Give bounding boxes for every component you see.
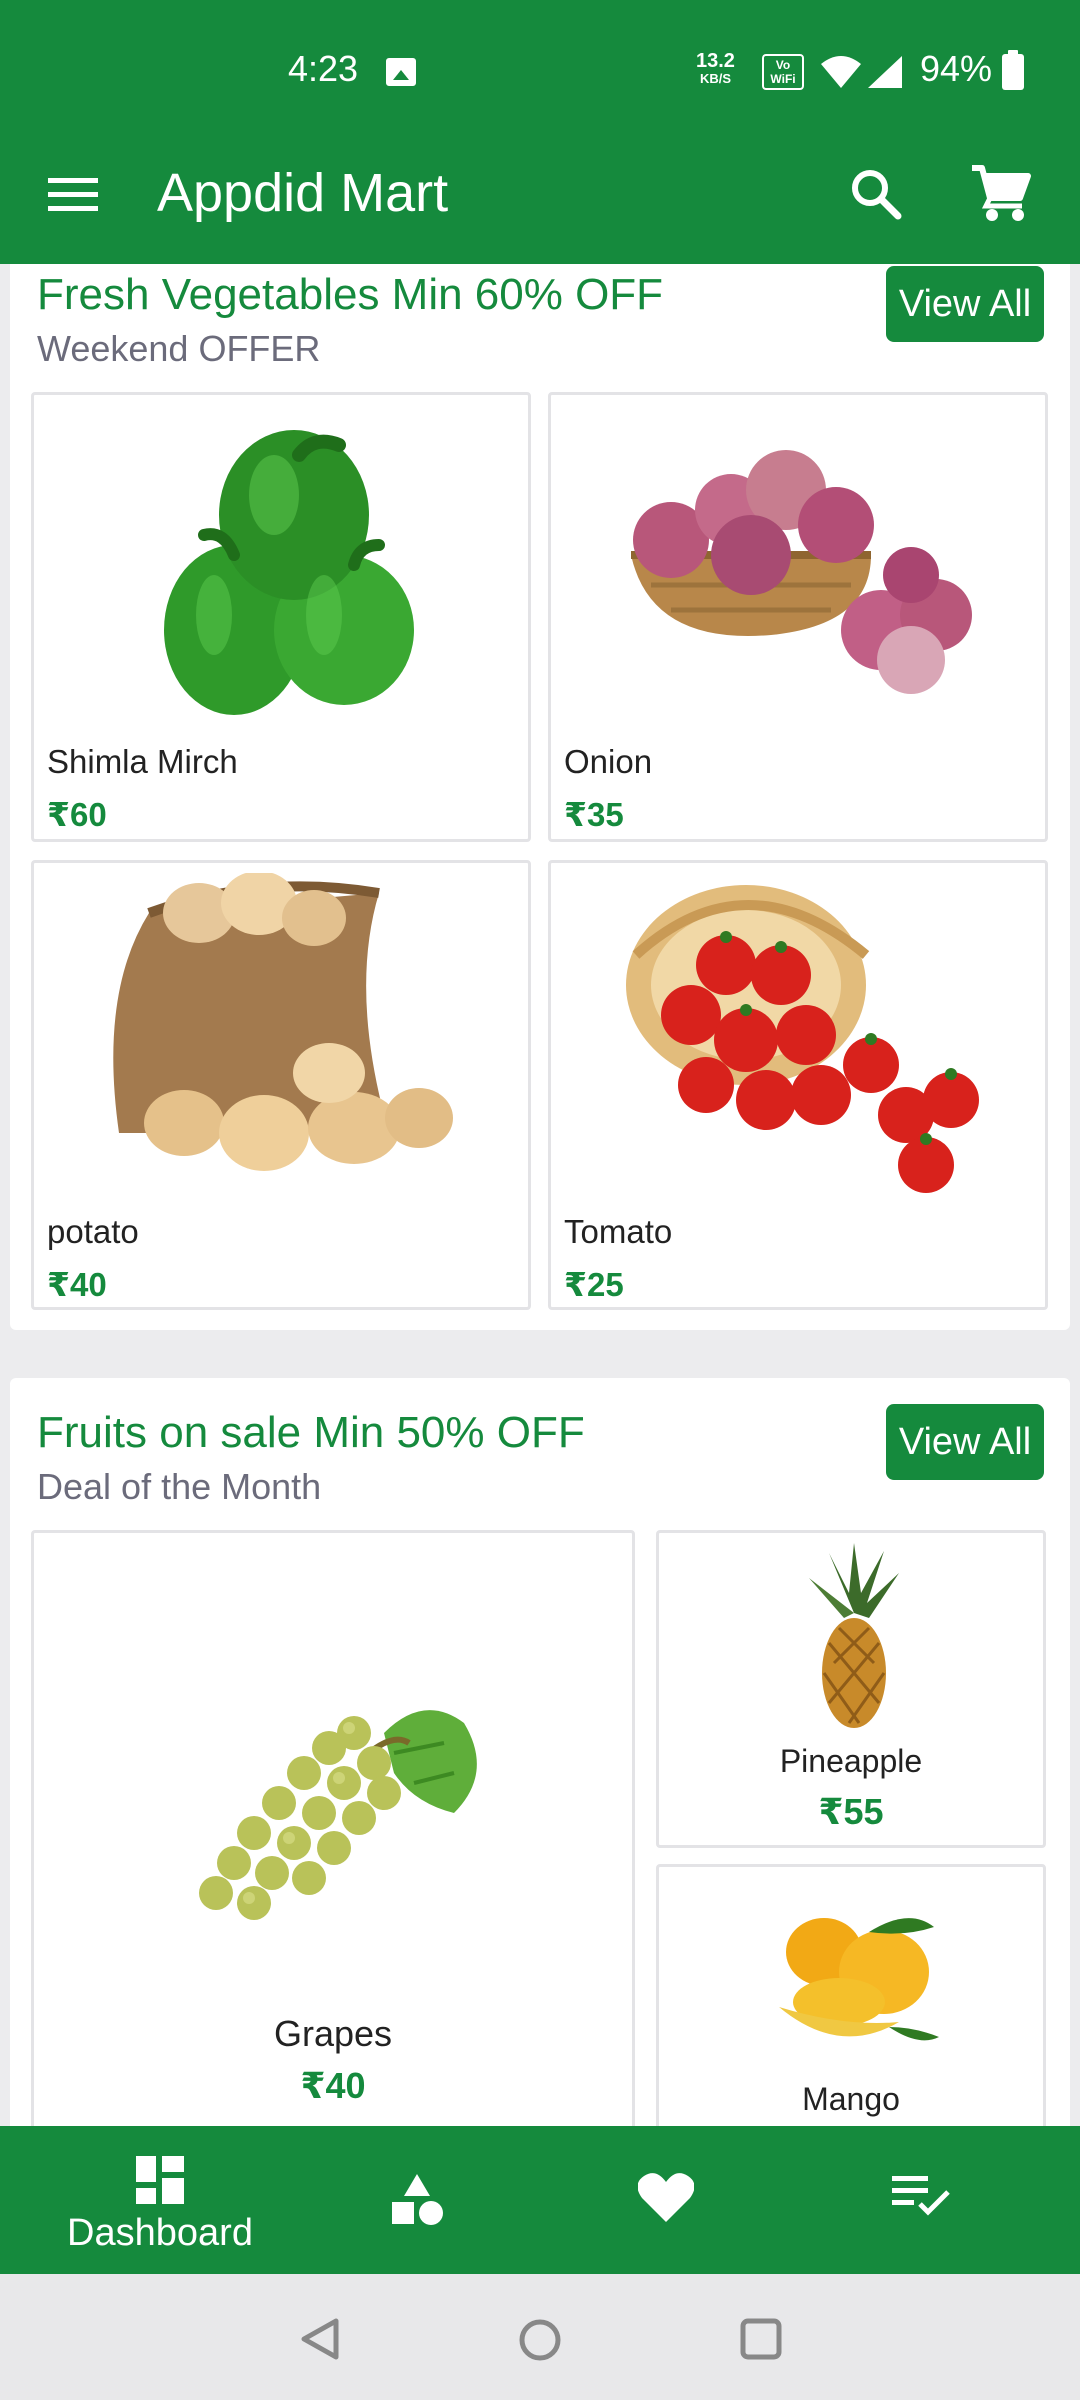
section-title: Fresh Vegetables Min 60% OFF — [37, 270, 664, 319]
menu-icon-line — [48, 178, 98, 183]
product-name: Onion — [564, 743, 653, 780]
gallery-notification-icon — [386, 58, 416, 86]
grapes-image — [199, 1710, 477, 1920]
vegetables-section: Fresh Vegetables Min 60% OFF Weekend OFF… — [10, 264, 1070, 1330]
top-bar: 4:23 13.2 KB/S Vo WiFi 94% Appdid Mart — [0, 0, 1080, 264]
product-price: ₹55 — [818, 1791, 884, 1832]
nav-favorites[interactable] — [580, 2126, 750, 2274]
nav-label: Dashboard — [67, 2212, 253, 2254]
categories-icon — [392, 2174, 443, 2225]
onion-image — [631, 450, 972, 694]
system-navigation — [0, 2274, 1080, 2400]
view-all-button[interactable]: View All — [886, 266, 1044, 342]
product-card[interactable]: Onion ₹35 — [548, 392, 1048, 842]
product-name: Mango — [802, 2081, 900, 2117]
signal-icon — [868, 56, 902, 88]
view-all-button[interactable]: View All — [886, 1404, 1044, 1480]
status-time: 4:23 — [288, 48, 359, 89]
product-card[interactable]: Tomato ₹25 — [548, 860, 1048, 1310]
product-price: ₹25 — [564, 1266, 624, 1303]
orders-icon — [892, 2176, 950, 2216]
product-card[interactable]: Shimla Mirch ₹60 — [31, 392, 531, 842]
bottom-navigation: Dashboard — [0, 2126, 1080, 2274]
product-name: Tomato — [564, 1213, 673, 1250]
dashboard-icon — [136, 2156, 184, 2204]
product-name: Pineapple — [779, 1743, 923, 1779]
section-subtitle: Deal of the Month — [37, 1466, 322, 1507]
back-icon[interactable] — [300, 2318, 340, 2360]
wifi-icon — [821, 56, 861, 88]
network-speed: 13.2 KB/S — [696, 50, 735, 88]
vowifi-icon: Vo WiFi — [762, 54, 804, 90]
network-speed-unit: KB/S — [699, 71, 731, 86]
cart-icon[interactable] — [968, 160, 1032, 224]
nav-orders[interactable] — [836, 2126, 1006, 2274]
product-card[interactable]: Grapes ₹40 — [31, 1530, 635, 2126]
menu-icon-line — [48, 206, 98, 211]
product-card[interactable]: Pineapple ₹55 — [656, 1530, 1046, 1848]
network-speed-value: 13.2 — [696, 50, 735, 72]
product-card[interactable]: Mango — [656, 1864, 1046, 2126]
section-subtitle: Weekend OFFER — [37, 328, 321, 369]
menu-icon-line — [48, 192, 98, 197]
search-icon[interactable] — [846, 164, 906, 224]
section-title: Fruits on sale Min 50% OFF — [37, 1408, 585, 1457]
product-name: Shimla Mirch — [47, 743, 238, 780]
shimla-mirch-image — [164, 430, 414, 715]
app-title: Appdid Mart — [157, 163, 449, 223]
menu-button[interactable] — [48, 172, 98, 222]
mango-image — [779, 1918, 939, 2041]
product-price: ₹40 — [47, 1266, 107, 1303]
battery-icon — [1002, 50, 1024, 90]
product-name: potato — [47, 1213, 139, 1250]
recents-icon[interactable] — [740, 2318, 782, 2360]
status-bar: 4:23 13.2 KB/S Vo WiFi 94% — [0, 0, 1080, 140]
pineapple-image — [809, 1543, 899, 1728]
content-scroll[interactable]: Fresh Vegetables Min 60% OFF Weekend OFF… — [0, 264, 1080, 2126]
heart-icon — [638, 2173, 694, 2222]
fruits-section: Fruits on sale Min 50% OFF Deal of the M… — [10, 1378, 1070, 2126]
product-price: ₹35 — [564, 796, 624, 833]
app-bar: Appdid Mart — [0, 140, 1080, 264]
nav-categories[interactable] — [330, 2126, 500, 2274]
potato-image — [113, 873, 453, 1171]
product-card[interactable]: potato ₹40 — [31, 860, 531, 1310]
battery-level: 94% — [920, 48, 993, 89]
product-price: ₹40 — [300, 2065, 366, 2106]
home-icon[interactable] — [518, 2318, 562, 2362]
tomato-image — [626, 885, 979, 1193]
product-name: Grapes — [273, 2013, 393, 2054]
product-price: ₹60 — [47, 796, 107, 833]
nav-dashboard[interactable]: Dashboard — [30, 2126, 290, 2274]
